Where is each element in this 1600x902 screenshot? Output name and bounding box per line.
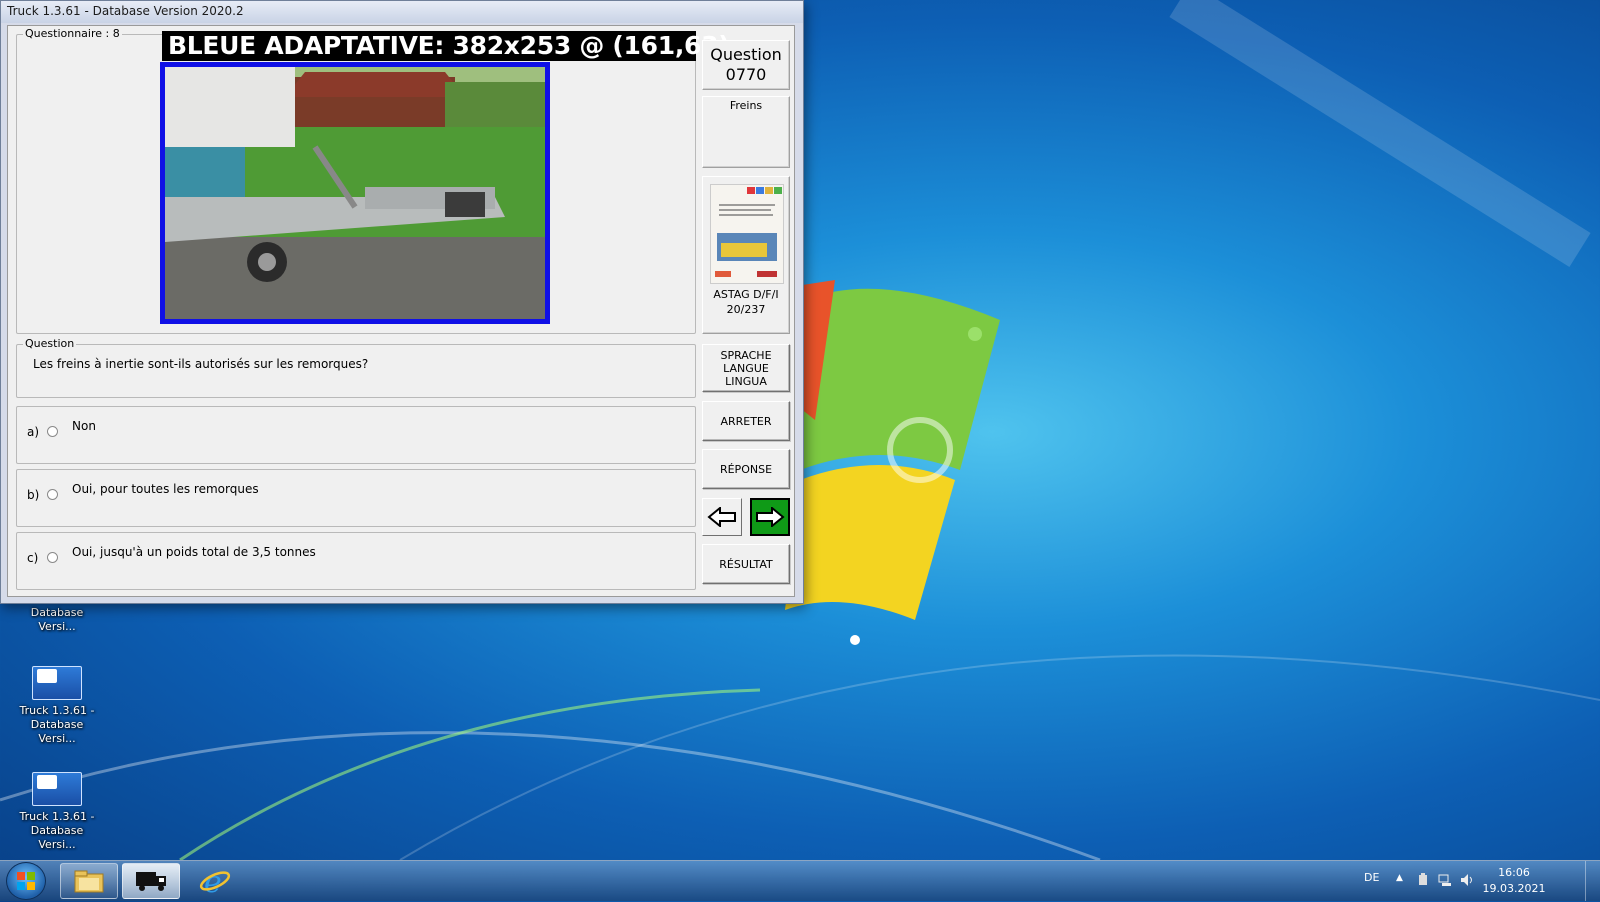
svg-text:e: e bbox=[204, 865, 222, 898]
result-button[interactable]: RÉSULTAT bbox=[702, 544, 790, 584]
question-group: Question Les freins à inertie sont-ils a… bbox=[16, 337, 696, 398]
window-title: Truck 1.3.61 - Database Version 2020.2 bbox=[7, 4, 244, 18]
answer-option-a[interactable]: a) Non bbox=[16, 406, 696, 464]
answer-radio-c[interactable] bbox=[47, 552, 58, 563]
category-panel: Freins bbox=[702, 96, 790, 168]
window-titlebar[interactable]: Truck 1.3.61 - Database Version 2020.2 bbox=[1, 1, 803, 23]
answer-option-c[interactable]: c) Oui, jusqu'à un poids total de 3,5 to… bbox=[16, 532, 696, 590]
question-label: Question bbox=[23, 337, 77, 351]
answer-text: Oui, jusqu'à un poids total de 3,5 tonne… bbox=[72, 545, 316, 559]
book-caption-page: 20/237 bbox=[726, 303, 766, 316]
arrow-left-icon bbox=[707, 507, 736, 527]
language-button[interactable]: SPRACHE LANGUE LINGUA bbox=[702, 344, 790, 392]
language-label-fr: LANGUE bbox=[723, 361, 769, 375]
question-number-label: Question bbox=[710, 45, 782, 64]
question-photo bbox=[160, 62, 550, 324]
clock-date: 19.03.2021 bbox=[1482, 882, 1546, 895]
show-answer-button[interactable]: RÉPONSE bbox=[702, 449, 790, 489]
desktop-icon-label: Truck 1.3.61 - bbox=[19, 704, 95, 717]
desktop-icon-truck-1[interactable]: Database Versi... bbox=[12, 606, 102, 634]
taskbar-truck-app-button[interactable] bbox=[122, 863, 180, 899]
taskbar-explorer-button[interactable] bbox=[60, 863, 118, 899]
folder-icon bbox=[74, 870, 104, 893]
reference-book-panel: ASTAG D/F/I 20/237 bbox=[702, 176, 790, 334]
quiz-client-area: Questionnaire : 8 BLEUE ADAPTATIVE: 382x… bbox=[7, 25, 795, 597]
truck-app-icon bbox=[32, 666, 82, 700]
show-desktop-button[interactable] bbox=[1585, 861, 1600, 901]
taskbar-clock[interactable]: 16:06 19.03.2021 bbox=[1474, 865, 1554, 897]
question-number-value: 0770 bbox=[725, 65, 767, 84]
internet-explorer-icon: e bbox=[199, 865, 231, 898]
answer-letter: b) bbox=[27, 488, 40, 502]
volume-icon[interactable] bbox=[1460, 873, 1474, 887]
answer-radio-a[interactable] bbox=[47, 426, 58, 437]
language-label-it: LINGUA bbox=[725, 374, 767, 388]
desktop-icon-label: Database Versi... bbox=[30, 606, 84, 633]
desktop-icon-truck-3[interactable]: Truck 1.3.61 - Database Versi... bbox=[12, 772, 102, 852]
answer-letter: a) bbox=[27, 425, 40, 439]
network-icon[interactable] bbox=[1438, 873, 1452, 887]
book-cover-image bbox=[710, 184, 784, 284]
system-tray: DE ▲ 16:06 19.03.2021 bbox=[1340, 861, 1600, 901]
desktop-icon-label: Truck 1.3.61 - bbox=[19, 810, 95, 823]
book-caption-title: ASTAG D/F/I bbox=[713, 288, 779, 301]
language-label-de: SPRACHE bbox=[720, 348, 772, 362]
answer-option-b[interactable]: b) Oui, pour toutes les remorques bbox=[16, 469, 696, 527]
previous-question-button[interactable] bbox=[702, 498, 742, 536]
show-hidden-icons-button[interactable]: ▲ bbox=[1396, 873, 1403, 883]
clock-time: 16:06 bbox=[1498, 866, 1530, 879]
input-language-indicator[interactable]: DE bbox=[1364, 871, 1379, 884]
windows-start-icon bbox=[17, 872, 35, 890]
desktop-icon-label: Database Versi... bbox=[30, 718, 84, 745]
detection-overlay-label: BLEUE ADAPTATIVE: 382x253 @ (161,63) bbox=[162, 31, 730, 61]
answer-text: Oui, pour toutes les remorques bbox=[72, 482, 259, 496]
question-number-panel: Question 0770 bbox=[702, 40, 790, 90]
safely-remove-hardware-icon[interactable] bbox=[1416, 873, 1430, 887]
answer-letter: c) bbox=[27, 551, 39, 565]
desktop-icon-label: Database Versi... bbox=[30, 824, 84, 851]
desktop-icon-truck-2[interactable]: Truck 1.3.61 - Database Versi... bbox=[12, 666, 102, 746]
category-label: Freins bbox=[729, 99, 763, 112]
taskbar-internet-explorer-button[interactable]: e bbox=[186, 863, 244, 899]
truck-icon bbox=[136, 872, 166, 891]
taskbar: e DE ▲ 16:06 19.03.2021 bbox=[0, 860, 1600, 901]
start-button[interactable] bbox=[6, 862, 46, 900]
stop-button[interactable]: ARRETER bbox=[702, 401, 790, 441]
app-window: Truck 1.3.61 - Database Version 2020.2 Q… bbox=[0, 0, 804, 604]
book-caption: ASTAG D/F/I 20/237 bbox=[703, 287, 789, 317]
answer-radio-b[interactable] bbox=[47, 489, 58, 500]
questionnaire-label: Questionnaire : 8 bbox=[23, 27, 122, 41]
answer-text: Non bbox=[72, 419, 96, 433]
question-text: Les freins à inertie sont-ils autorisés … bbox=[33, 357, 369, 371]
next-question-button[interactable] bbox=[750, 498, 790, 536]
truck-app-icon bbox=[32, 772, 82, 806]
trailer-photo-image bbox=[165, 67, 545, 319]
arrow-right-icon bbox=[756, 507, 785, 527]
